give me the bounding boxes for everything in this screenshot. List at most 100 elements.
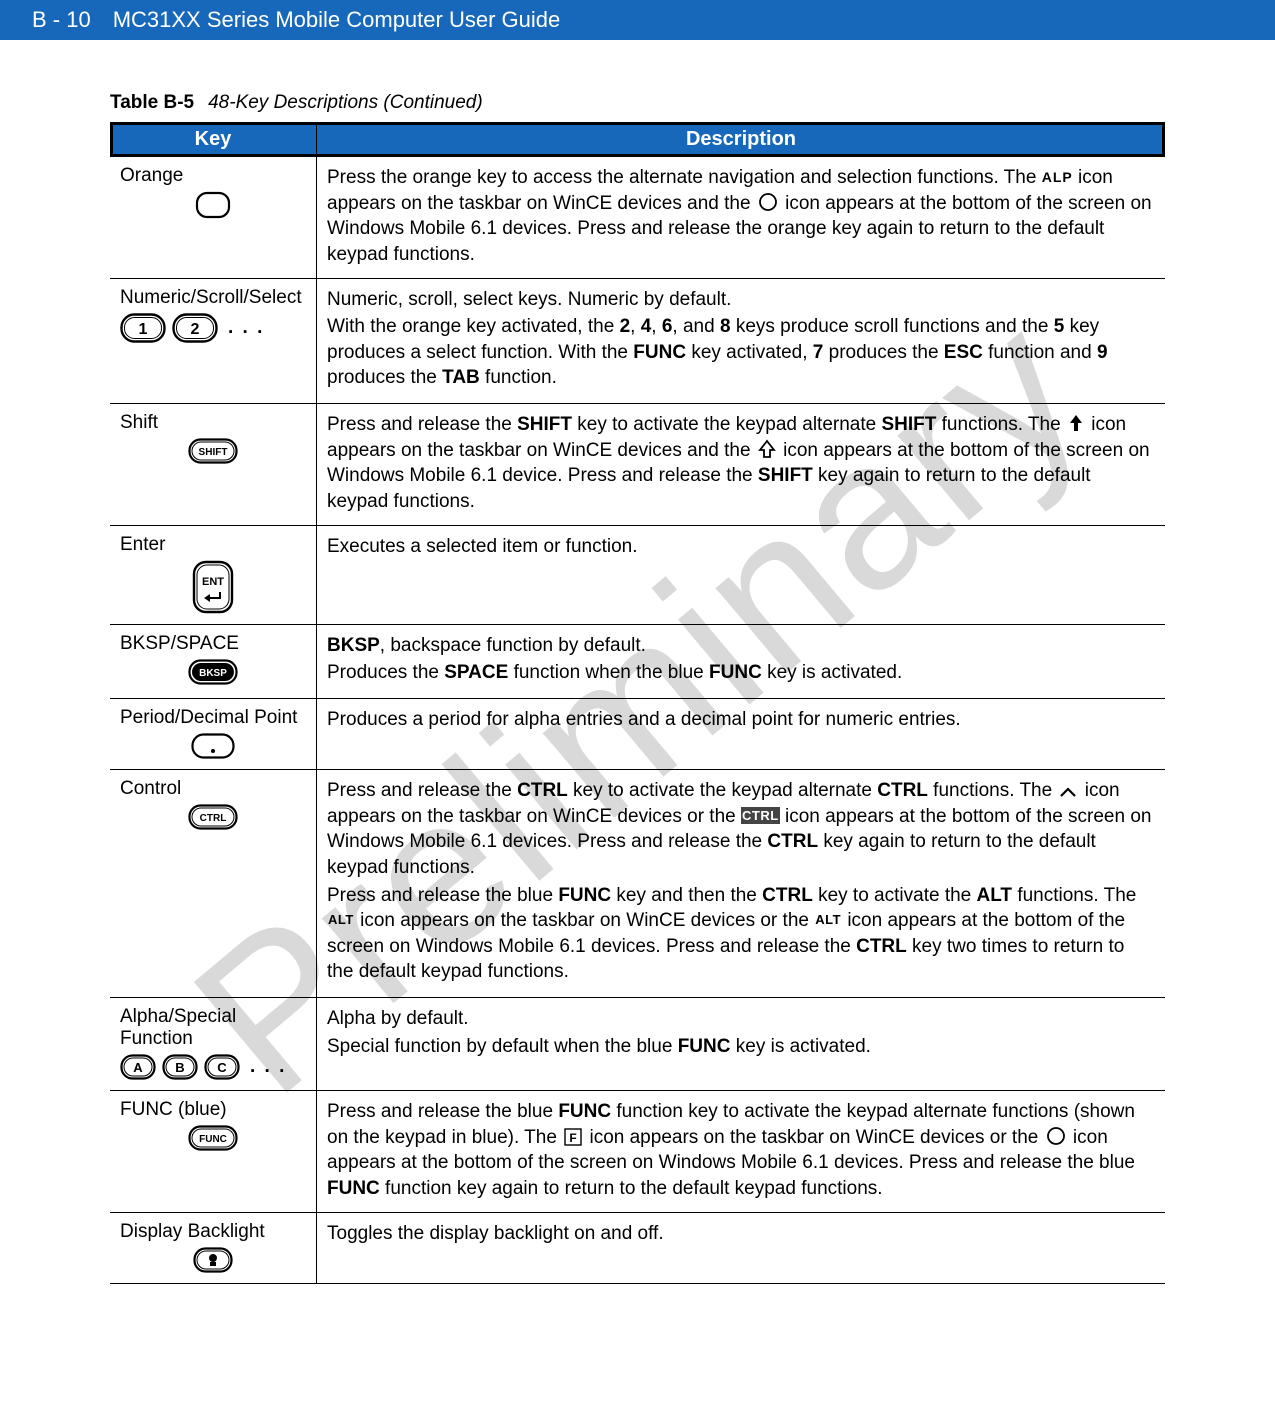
text: key is activated.: [730, 1036, 870, 1057]
text: FUNC: [633, 342, 686, 363]
orange-key-icon: [195, 191, 231, 219]
text: Press the orange key to access the alter…: [327, 167, 1042, 188]
alt-label-icon: ALT: [814, 911, 842, 929]
key-name: Shift: [120, 412, 306, 434]
document-title: MC31XX Series Mobile Computer User Guide: [113, 7, 561, 33]
shift-outline-icon: [758, 439, 776, 459]
page-header: B - 10 MC31XX Series Mobile Computer Use…: [0, 0, 1275, 40]
svg-text:SHIFT: SHIFT: [199, 447, 228, 458]
text: SHIFT: [517, 414, 572, 435]
text: CTRL: [517, 780, 568, 801]
svg-text:F: F: [570, 1131, 577, 1145]
text: Press and release the: [327, 414, 517, 435]
text: ,: [651, 316, 662, 337]
text: key is activated.: [762, 662, 902, 683]
text: 9: [1097, 342, 1108, 363]
col-desc: Description: [317, 122, 1166, 157]
backlight-key-icon: [193, 1247, 233, 1273]
key-name: Enter: [120, 534, 306, 556]
enter-key-icon: ENT: [192, 560, 234, 614]
dots: . . .: [224, 317, 264, 339]
key-2-icon: 2: [172, 313, 218, 343]
key-name: Numeric/Scroll/Select: [120, 287, 306, 309]
row-backlight: Display Backlight Toggles the display ba…: [110, 1212, 1165, 1283]
key-name: Alpha/Special Function: [120, 1006, 306, 1050]
text: functions. The: [1012, 885, 1136, 906]
text: FUNC: [678, 1036, 731, 1057]
svg-text:B: B: [175, 1060, 184, 1075]
text: BKSP: [327, 635, 380, 656]
text: Executes a selected item or function.: [327, 536, 638, 557]
text: key activated,: [686, 342, 813, 363]
key-c-icon: C: [204, 1054, 240, 1080]
text: Special function by default when the blu…: [327, 1036, 678, 1057]
key-name: Control: [120, 778, 306, 800]
caption-title: 48-Key Descriptions (Continued): [208, 92, 483, 113]
text: functions. The: [928, 780, 1058, 801]
up-arrow-icon: [1068, 413, 1084, 433]
key-name: Orange: [120, 165, 306, 187]
text: key to activate the keypad alternate: [572, 414, 881, 435]
alt-label-icon: ALT: [327, 911, 355, 929]
text: icon appears on the taskbar on WinCE dev…: [355, 910, 814, 931]
text: SHIFT: [881, 414, 936, 435]
text: TAB: [442, 367, 480, 388]
text: Numeric, scroll, select keys. Numeric by…: [327, 287, 1155, 313]
svg-text:A: A: [133, 1060, 143, 1075]
row-bksp: BKSP/SPACE BKSP BKSP, backspace function…: [110, 624, 1165, 698]
table-caption: Table B-548-Key Descriptions (Continued): [110, 92, 1165, 114]
chevron-up-icon: [1059, 785, 1077, 799]
circle-icon: [758, 192, 778, 212]
text: SPACE: [444, 662, 508, 683]
text: 6: [662, 316, 673, 337]
row-alpha: Alpha/Special Function A B C . . . Alpha…: [110, 998, 1165, 1091]
text: ,: [630, 316, 641, 337]
text: 4: [641, 316, 652, 337]
key-name: BKSP/SPACE: [120, 633, 306, 655]
text: Press and release the: [327, 780, 517, 801]
dots: . . .: [246, 1056, 286, 1078]
svg-text:1: 1: [139, 321, 148, 338]
text: 5: [1054, 316, 1065, 337]
row-control: Control CTRL Press and release the CTRL …: [110, 769, 1165, 997]
text: ESC: [944, 342, 983, 363]
row-orange: Orange Press the orange key to access th…: [110, 157, 1165, 278]
key-name: Period/Decimal Point: [120, 707, 306, 729]
period-key-icon: [191, 733, 235, 759]
key-1-icon: 1: [120, 313, 166, 343]
page-number: B - 10: [32, 7, 91, 33]
text: function key again to return to the defa…: [380, 1178, 883, 1199]
row-enter: Enter ENT Executes a selected item or fu…: [110, 525, 1165, 624]
text: Press and release the blue: [327, 1101, 558, 1122]
text: icon appears on the taskbar on WinCE dev…: [584, 1127, 1043, 1148]
text: 7: [813, 342, 824, 363]
row-period: Period/Decimal Point Produces a period f…: [110, 698, 1165, 769]
text: , and: [672, 316, 720, 337]
key-a-icon: A: [120, 1054, 156, 1080]
page-content: Table B-548-Key Descriptions (Continued)…: [0, 40, 1275, 1324]
text: Alpha by default.: [327, 1006, 1155, 1032]
text: ALT: [977, 885, 1013, 906]
text: Toggles the display backlight on and off…: [327, 1223, 664, 1244]
text: keys produce scroll functions and the: [731, 316, 1054, 337]
text: function and: [983, 342, 1097, 363]
col-key: Key: [110, 122, 317, 157]
text: produces the: [823, 342, 943, 363]
text: FUNC: [709, 662, 762, 683]
svg-text:FUNC: FUNC: [199, 1134, 227, 1145]
text: FUNC: [558, 885, 611, 906]
svg-text:BKSP: BKSP: [199, 668, 227, 679]
text: functions. The: [936, 414, 1066, 435]
svg-text:CTRL: CTRL: [200, 813, 227, 824]
text: CTRL: [762, 885, 813, 906]
text: 2: [620, 316, 631, 337]
key-name: FUNC (blue): [120, 1099, 306, 1121]
key-name: Display Backlight: [120, 1221, 306, 1243]
text: FUNC: [327, 1178, 380, 1199]
f-box-icon: F: [564, 1128, 582, 1146]
bksp-key-icon: BKSP: [188, 659, 238, 685]
text: function when the blue: [508, 662, 709, 683]
row-numeric: Numeric/Scroll/Select 1 2 . . . Numeric,…: [110, 278, 1165, 404]
svg-text:2: 2: [191, 321, 200, 338]
text: key to activate the keypad alternate: [568, 780, 877, 801]
